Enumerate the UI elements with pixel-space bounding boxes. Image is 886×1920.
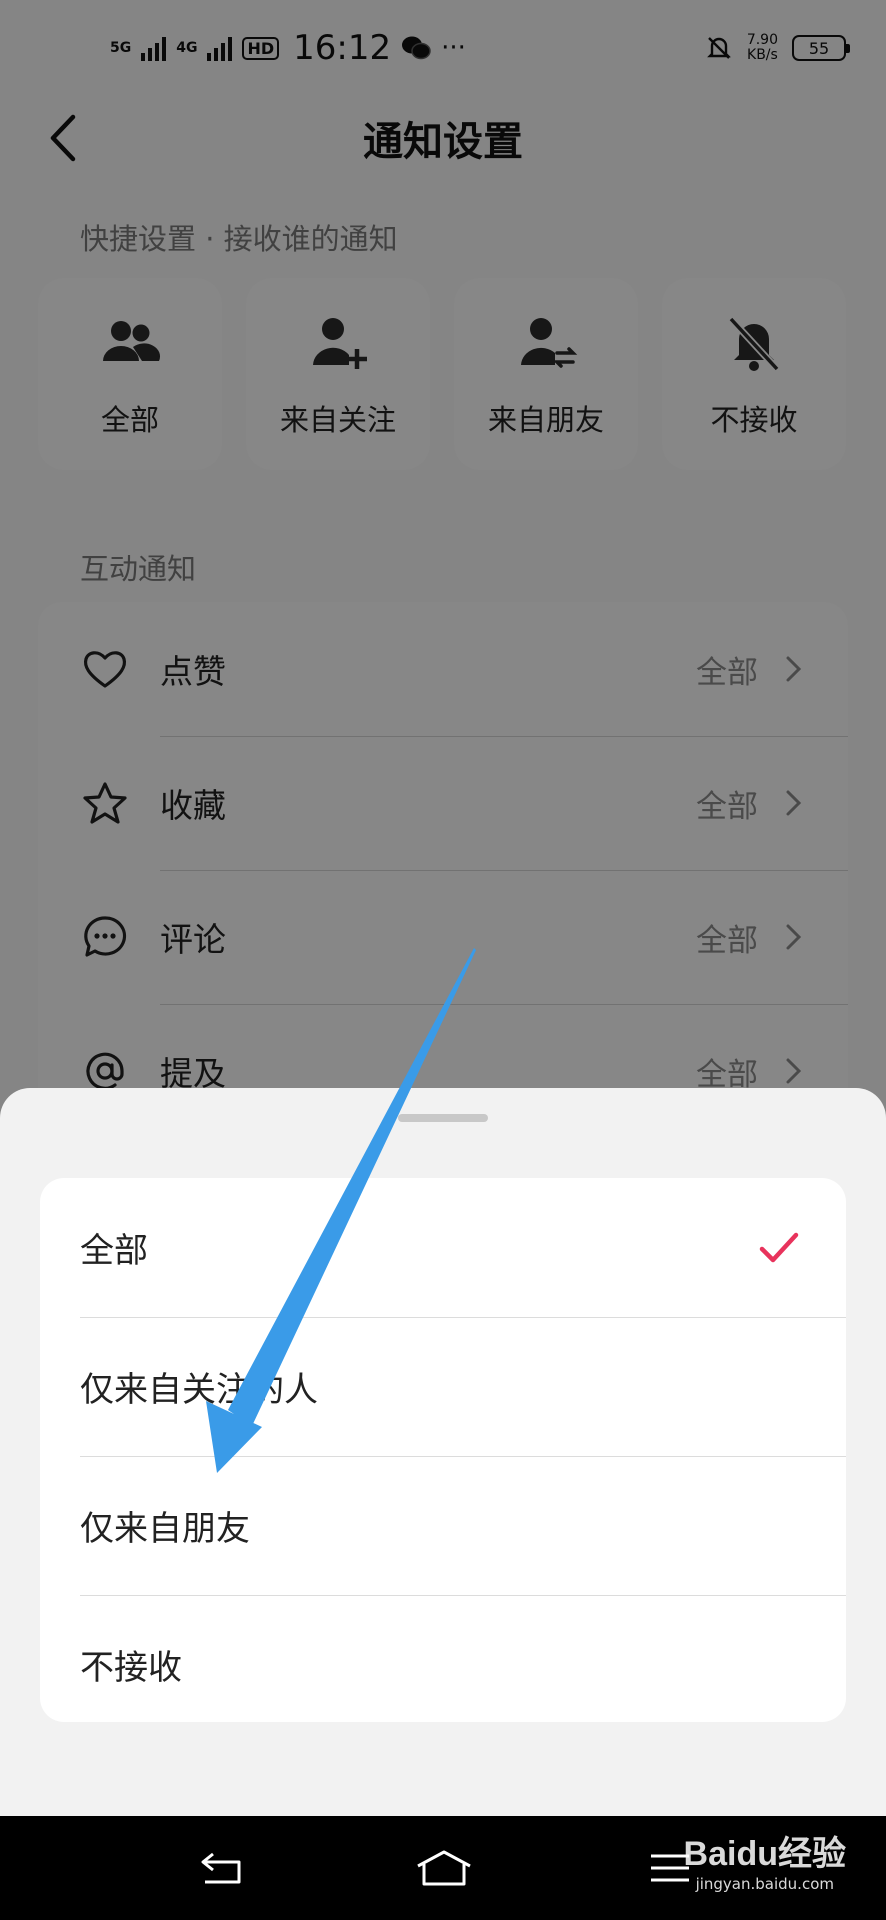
sheet-drag-handle[interactable]	[398, 1114, 488, 1122]
option-label: 仅来自朋友	[80, 1509, 250, 1549]
checkmark-icon	[759, 1232, 799, 1262]
bottom-sheet: 全部 仅来自关注的人 仅来自朋友 不接收	[0, 1088, 886, 1816]
baidu-watermark: Baidu经验 jingyan.baidu.com	[684, 1826, 846, 1893]
nav-back-button[interactable]	[192, 1838, 252, 1898]
watermark-logo: Baidu经验	[683, 1835, 846, 1873]
nav-back-icon	[201, 1852, 241, 1884]
nav-home-icon	[417, 1850, 471, 1886]
options-list: 全部 仅来自关注的人 仅来自朋友 不接收	[40, 1178, 846, 1722]
option-label: 全部	[80, 1231, 148, 1271]
watermark-url: jingyan.baidu.com	[695, 1875, 834, 1893]
nav-home-button[interactable]	[414, 1838, 474, 1898]
option-following-only[interactable]: 仅来自关注的人	[40, 1317, 846, 1456]
option-label: 不接收	[80, 1648, 182, 1688]
option-none[interactable]: 不接收	[40, 1595, 846, 1722]
option-all[interactable]: 全部	[40, 1178, 846, 1317]
option-friends-only[interactable]: 仅来自朋友	[40, 1456, 846, 1595]
option-label: 仅来自关注的人	[80, 1370, 318, 1410]
